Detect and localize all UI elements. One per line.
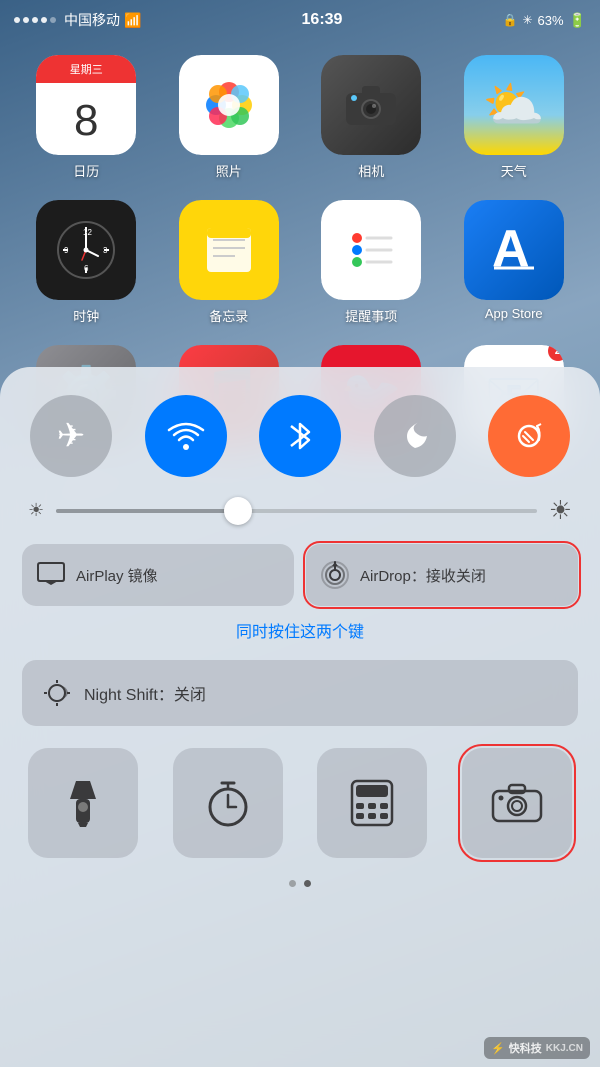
calendar-label: 日历 [73, 161, 99, 180]
wifi-icon [167, 420, 205, 452]
battery-percent: 63% [538, 13, 564, 28]
watermark-text: 快科技 [509, 1040, 542, 1056]
airplay-icon [36, 561, 66, 589]
reminders-label: 提醒事项 [345, 306, 397, 325]
brightness-slider[interactable] [56, 509, 537, 513]
app-reminders[interactable]: 提醒事项 [305, 200, 438, 325]
airplay-button[interactable]: AirPlay 镜像 [22, 544, 294, 606]
feature-row: AirPlay 镜像 AirDrop：接收关闭 [22, 544, 578, 606]
flashlight-icon [62, 779, 104, 827]
svg-text:12: 12 [83, 228, 92, 237]
clock-label: 时钟 [73, 306, 99, 325]
watermark-icon: ⚡ [491, 1042, 505, 1055]
app-clock[interactable]: 12 3 6 9 时钟 [20, 200, 153, 325]
status-left: 中国移动 📶 [14, 10, 141, 30]
wifi-icon: 📶 [124, 12, 141, 29]
brightness-row: ☀ ☀ [22, 495, 578, 526]
appstore-label: App Store [485, 306, 543, 321]
dnd-toggle[interactable] [374, 395, 456, 477]
notes-icon [199, 220, 259, 280]
airplane-mode-toggle[interactable]: ✈ [30, 395, 112, 477]
appstore-icon: A [484, 220, 544, 280]
airdrop-icon [320, 560, 350, 590]
photos-label: 照片 [216, 161, 242, 180]
toggle-row: ✈ [22, 395, 578, 477]
clock-time: 16:39 [302, 11, 343, 29]
bluetooth-status-icon: ✳ [522, 13, 532, 27]
app-appstore[interactable]: A App Store [448, 200, 581, 325]
photos-icon [194, 70, 264, 140]
night-shift-label: Night Shift：关闭 [84, 681, 206, 705]
reminders-icon [341, 220, 401, 280]
status-bar: 中国移动 📶 16:39 🔒 ✳ 63% 🔋 [0, 0, 600, 40]
lock-icon: 🔒 [503, 13, 518, 27]
airdrop-label: AirDrop：接收关闭 [360, 565, 486, 586]
timer-icon [204, 779, 252, 827]
calculator-icon [350, 779, 394, 827]
weather-label: 天气 [501, 161, 527, 180]
calendar-date: 8 [74, 99, 98, 143]
bluetooth-toggle[interactable] [259, 395, 341, 477]
camera-quick-icon [491, 781, 543, 825]
carrier-label: 中国移动 [64, 10, 120, 30]
signal-dot [50, 17, 56, 23]
calculator-button[interactable] [317, 748, 427, 858]
flashlight-button[interactable] [28, 748, 138, 858]
quick-actions [22, 748, 578, 858]
app-weather[interactable]: ⛅ 天气 [448, 55, 581, 180]
calendar-header: 星期三 [36, 55, 136, 83]
airdrop-button[interactable]: AirDrop：接收关闭 [306, 544, 578, 606]
svg-text:3: 3 [103, 246, 108, 255]
svg-text:9: 9 [64, 246, 69, 255]
brightness-high-icon: ☀ [549, 495, 572, 526]
signal-dot [41, 17, 47, 23]
signal-dot [14, 17, 20, 23]
watermark-url: KKJ.CN [546, 1043, 583, 1054]
annotation-text: 同时按住这两个键 [22, 618, 578, 642]
airplay-label: AirPlay 镜像 [76, 565, 158, 586]
app-camera[interactable]: 相机 [305, 55, 438, 180]
timer-button[interactable] [173, 748, 283, 858]
moon-icon [397, 418, 433, 454]
status-right: 🔒 ✳ 63% 🔋 [503, 12, 586, 29]
signal-bars [14, 17, 56, 23]
app-notes[interactable]: 备忘录 [163, 200, 296, 325]
camera-quick-button[interactable] [462, 748, 572, 858]
app-photos[interactable]: 照片 [163, 55, 296, 180]
rotation-toggle[interactable] [488, 395, 570, 477]
rotation-icon [511, 418, 547, 454]
brightness-low-icon: ☀ [28, 500, 44, 521]
page-dot-1 [289, 880, 296, 887]
page-dot-2 [304, 880, 311, 887]
wifi-toggle[interactable] [145, 395, 227, 477]
camera-label: 相机 [358, 161, 384, 180]
bluetooth-icon [287, 418, 313, 454]
control-center: ✈ [0, 367, 600, 1067]
night-shift-icon [42, 678, 72, 708]
app-calendar[interactable]: 星期三 8 日历 [20, 55, 153, 180]
svg-text:6: 6 [84, 264, 89, 273]
clock-icon: 12 3 6 9 [54, 218, 118, 282]
signal-dot [32, 17, 38, 23]
battery-icon: 🔋 [569, 12, 586, 29]
signal-dot [23, 17, 29, 23]
notes-label: 备忘录 [209, 306, 248, 325]
watermark: ⚡ 快科技 KKJ.CN [484, 1037, 590, 1059]
camera-icon [344, 83, 398, 127]
page-dots [22, 880, 578, 887]
airplane-icon: ✈ [57, 416, 86, 456]
night-shift-button[interactable]: Night Shift：关闭 [22, 660, 578, 726]
